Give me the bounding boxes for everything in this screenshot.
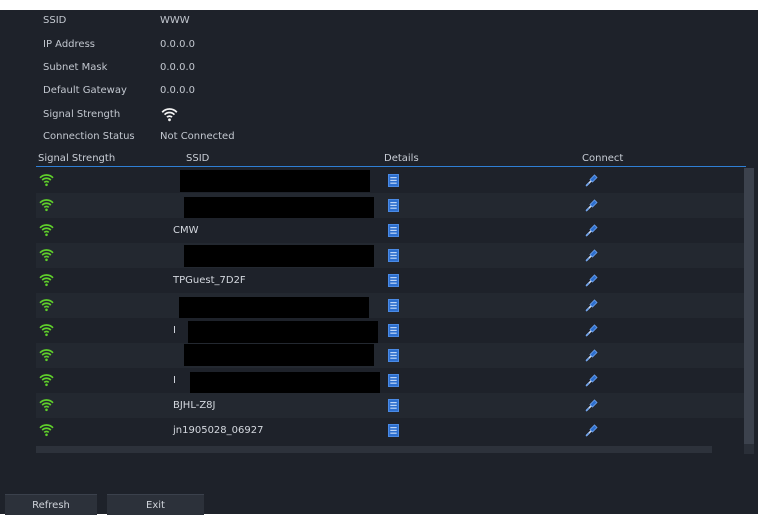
details-icon[interactable] — [388, 199, 399, 212]
refresh-button[interactable]: Refresh — [5, 494, 97, 515]
wifi-settings-panel: SSID WWW IP Address 0.0.0.0 Subnet Mask … — [0, 0, 761, 515]
details-icon[interactable] — [388, 299, 399, 312]
ssid-value: WWW — [160, 15, 190, 26]
col-ssid: SSID — [186, 153, 210, 164]
wifi-signal-icon — [39, 424, 54, 437]
redaction-block — [184, 245, 374, 267]
table-row[interactable] — [36, 293, 744, 319]
subnet-mask-value: 0.0.0.0 — [160, 62, 195, 73]
connect-icon[interactable] — [585, 324, 598, 337]
ssid-cell: jn1905028_06927 — [173, 425, 264, 436]
redaction-block — [184, 344, 374, 366]
connect-icon[interactable] — [585, 374, 598, 387]
default-gateway-label: Default Gateway — [43, 85, 127, 96]
ssid-cell: I — [173, 375, 176, 386]
subnet-mask-label: Subnet Mask — [43, 62, 108, 73]
wifi-white-icon — [161, 108, 178, 122]
table-row[interactable]: jn1905028_06927 — [36, 418, 744, 443]
exit-button[interactable]: Exit — [107, 494, 204, 515]
ip-address-value: 0.0.0.0 — [160, 39, 195, 50]
redaction-block — [190, 372, 380, 394]
ssid-cell: CMW — [173, 225, 199, 236]
details-icon[interactable] — [388, 274, 399, 287]
details-icon[interactable] — [388, 224, 399, 237]
table-row[interactable] — [36, 343, 744, 368]
redaction-block — [179, 297, 369, 319]
details-icon[interactable] — [388, 374, 399, 387]
wifi-signal-icon — [39, 324, 54, 337]
scrollbar-thumb[interactable] — [744, 168, 754, 444]
table-row[interactable] — [36, 168, 744, 194]
details-icon[interactable] — [388, 399, 399, 412]
top-margin — [0, 0, 761, 10]
table-row[interactable]: CMW — [36, 218, 744, 243]
table-row[interactable]: I — [36, 368, 744, 394]
details-icon[interactable] — [388, 424, 399, 437]
wifi-signal-icon — [39, 299, 54, 312]
connection-status-label: Connection Status — [43, 131, 135, 142]
ssid-cell: TPGuest_7D2F — [173, 275, 246, 286]
wifi-signal-icon — [39, 349, 54, 362]
connect-icon[interactable] — [585, 224, 598, 237]
wifi-signal-icon — [39, 174, 54, 187]
ssid-cell: BJHL-Z8J — [173, 400, 216, 411]
details-icon[interactable] — [388, 249, 399, 262]
table-header: Signal Strength SSID Details Connect — [36, 152, 746, 167]
connect-icon[interactable] — [585, 349, 598, 362]
details-icon[interactable] — [388, 349, 399, 362]
ip-address-label: IP Address — [43, 39, 95, 50]
connect-icon[interactable] — [585, 299, 598, 312]
table-row[interactable]: BJHL-Z8J — [36, 393, 744, 418]
default-gateway-value: 0.0.0.0 — [160, 85, 195, 96]
ssid-cell: I — [173, 325, 176, 336]
ssid-label: SSID — [43, 15, 67, 26]
table-row[interactable] — [36, 193, 744, 219]
wifi-signal-icon — [39, 224, 54, 237]
connect-icon[interactable] — [585, 174, 598, 187]
col-signal-strength: Signal Strength — [38, 153, 116, 164]
connect-icon[interactable] — [585, 424, 598, 437]
wifi-signal-icon — [39, 199, 54, 212]
wifi-signal-icon — [39, 249, 54, 262]
connect-icon[interactable] — [585, 274, 598, 287]
redaction-block — [180, 170, 370, 192]
table-row[interactable]: I — [36, 318, 744, 343]
wifi-network-table: Signal Strength SSID Details Connect CMW… — [36, 152, 754, 454]
signal-strength-label: Signal Strength — [43, 109, 121, 120]
table-row[interactable] — [36, 243, 744, 268]
connect-icon[interactable] — [585, 399, 598, 412]
wifi-signal-icon — [39, 399, 54, 412]
col-connect: Connect — [582, 153, 624, 164]
redaction-block — [188, 321, 378, 343]
table-footer-bar — [36, 446, 712, 453]
wifi-signal-icon — [39, 374, 54, 387]
connection-status-value: Not Connected — [160, 131, 235, 142]
wifi-signal-icon — [39, 274, 54, 287]
details-icon[interactable] — [388, 174, 399, 187]
table-row[interactable]: TPGuest_7D2F — [36, 268, 744, 293]
col-details: Details — [384, 153, 419, 164]
details-icon[interactable] — [388, 324, 399, 337]
redaction-block — [184, 197, 374, 219]
connect-icon[interactable] — [585, 249, 598, 262]
connect-icon[interactable] — [585, 199, 598, 212]
